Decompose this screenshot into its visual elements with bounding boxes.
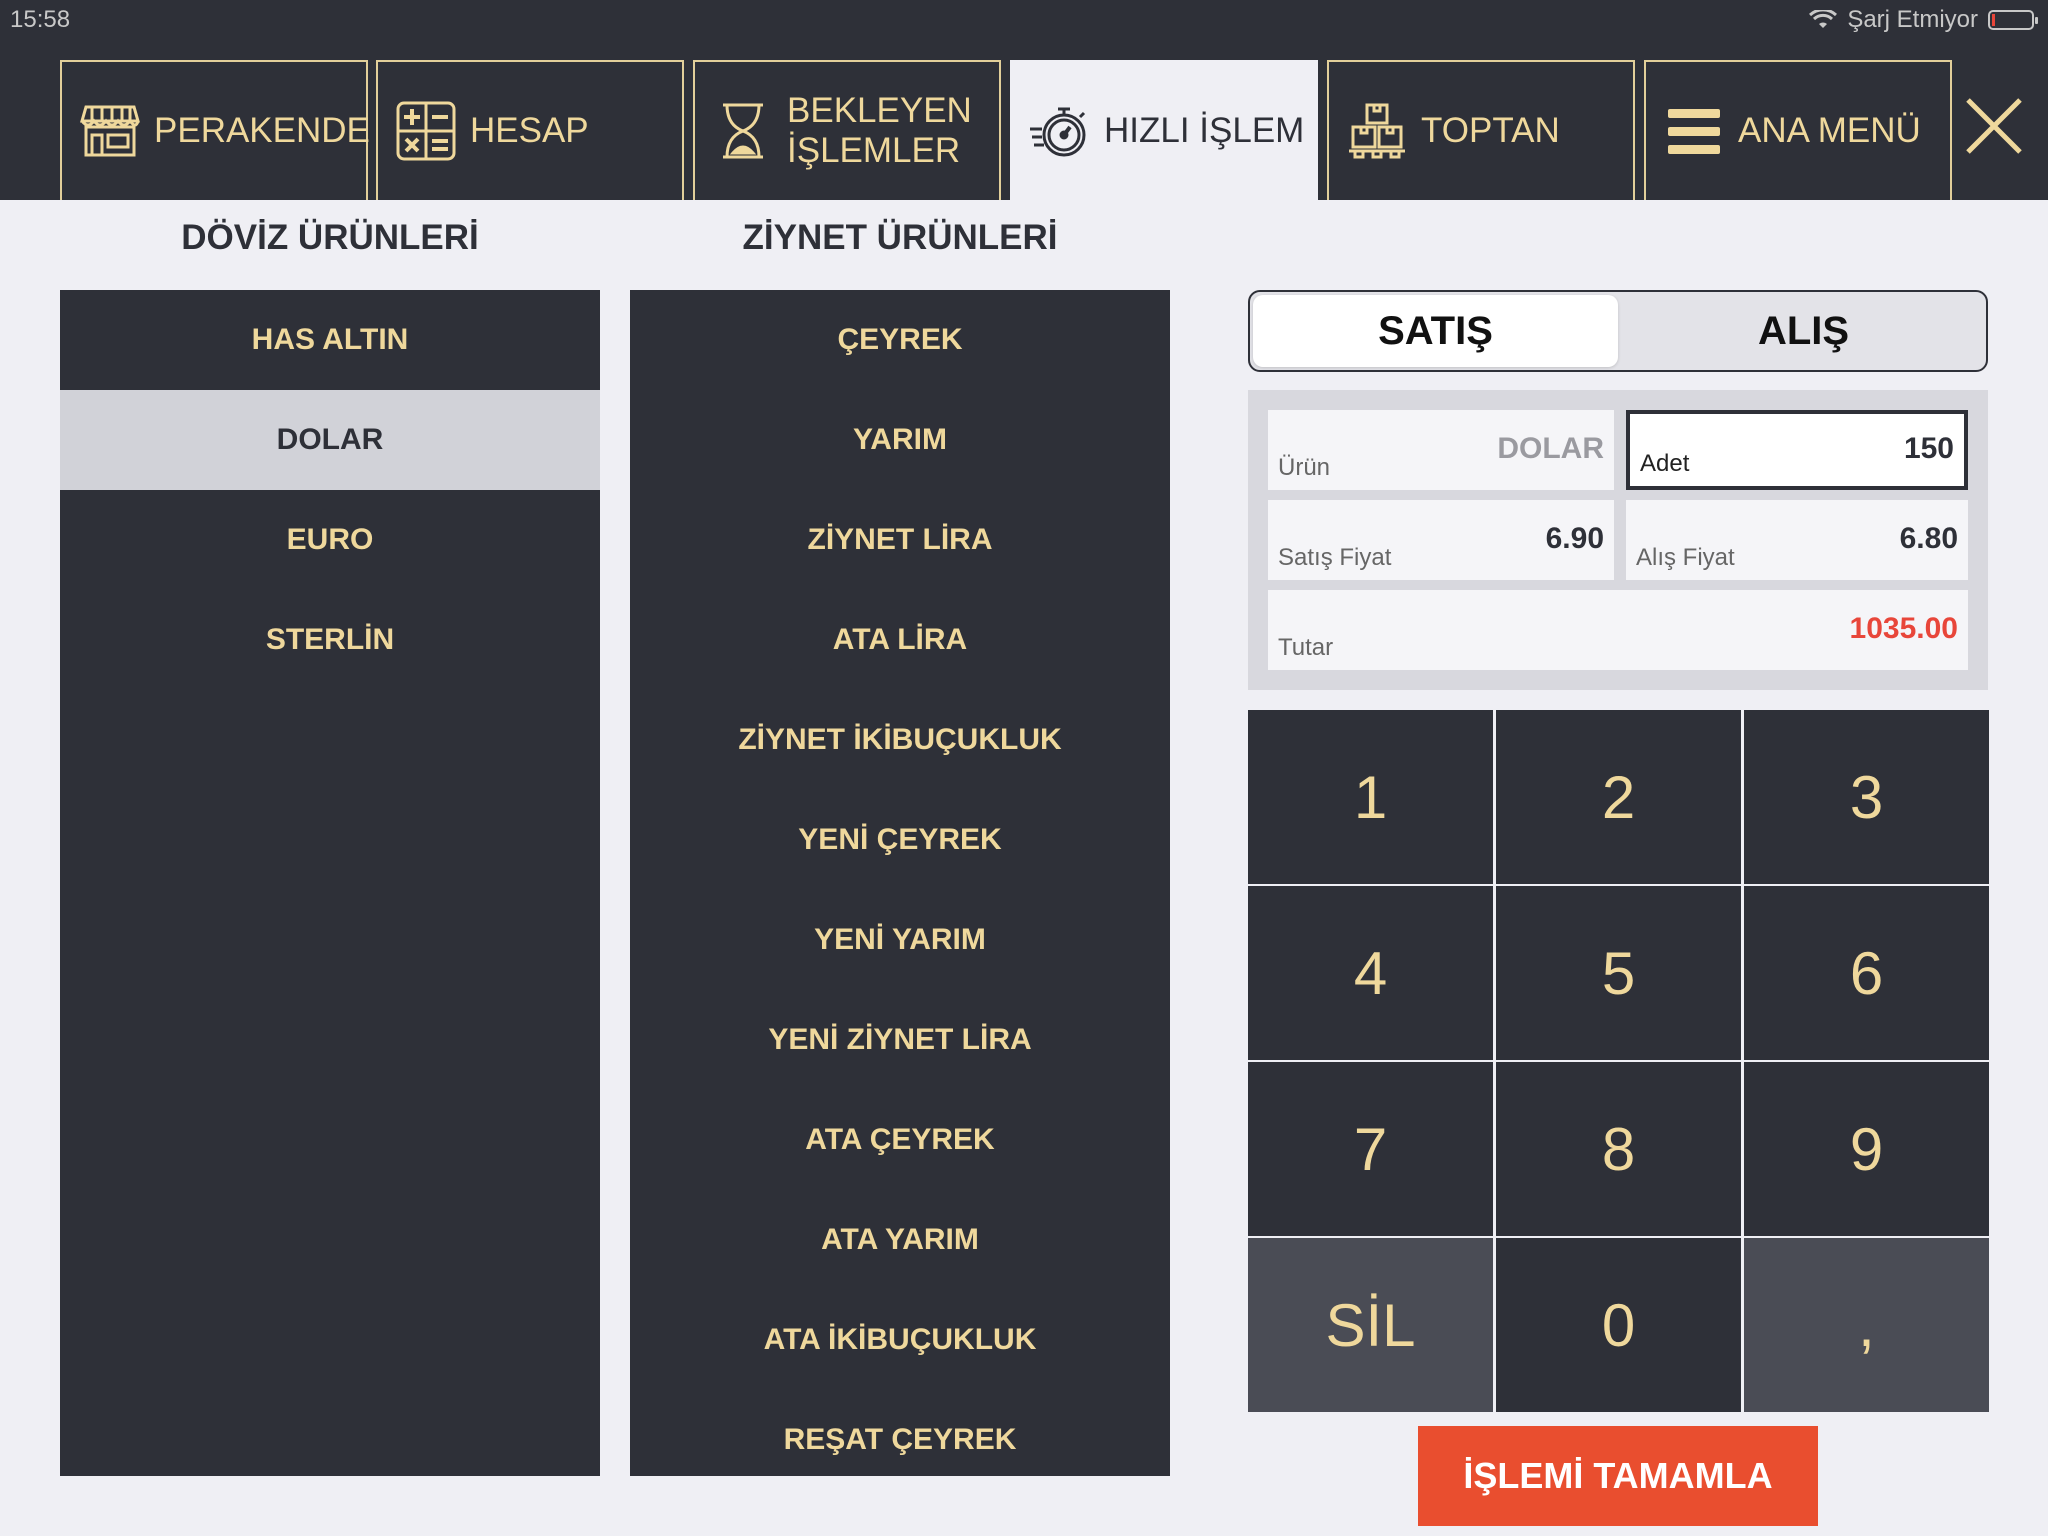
sell-price-field[interactable]: Satış Fiyat 6.90	[1268, 500, 1614, 580]
tab-hesap[interactable]: HESAP	[376, 60, 684, 200]
battery-icon	[1988, 10, 2038, 30]
tab-bekleyen-islemler[interactable]: BEKLEYEN İŞLEMLER	[693, 60, 1001, 200]
list-item[interactable]: ZİYNET İKİBUÇUKLUK	[630, 690, 1170, 790]
product-value: DOLAR	[1497, 432, 1604, 465]
numeric-keypad: 1 2 3 4 5 6 7 8 9 SİL 0 ,	[1248, 710, 1990, 1412]
key-8[interactable]: 8	[1496, 1062, 1741, 1236]
quantity-value: 150	[1903, 432, 1954, 465]
hourglass-icon	[723, 103, 763, 159]
list-item-dolar[interactable]: DOLAR	[60, 390, 600, 490]
product-field[interactable]: Ürün DOLAR	[1268, 410, 1614, 490]
key-1[interactable]: 1	[1248, 710, 1493, 884]
list-item[interactable]: REŞAT ÇEYREK	[630, 1390, 1170, 1490]
tab-label: TOPTAN	[1421, 111, 1560, 150]
total-value: 1035.00	[1849, 612, 1958, 645]
status-bar: 15:58 Şarj Etmiyor	[0, 0, 2048, 40]
tab-label: HESAP	[470, 111, 589, 150]
product-label: Ürün	[1278, 454, 1331, 481]
key-2[interactable]: 2	[1496, 710, 1741, 884]
list-item[interactable]: ÇEYREK	[630, 290, 1170, 390]
tab-label: BEKLEYEN İŞLEMLER	[787, 91, 972, 170]
ziynet-heading: ZİYNET ÜRÜNLERİ	[742, 218, 1058, 257]
boxes-icon	[1349, 103, 1405, 159]
tab-label: PERAKENDE	[154, 111, 370, 150]
list-item[interactable]: YENİ YARIM	[630, 890, 1170, 990]
tab-label: ANA MENÜ	[1738, 111, 1921, 150]
key-9[interactable]: 9	[1744, 1062, 1989, 1236]
tab-toptan[interactable]: TOPTAN	[1327, 60, 1635, 200]
key-5[interactable]: 5	[1496, 886, 1741, 1060]
top-nav: PERAKENDE HESAP BEKLEYEN İŞLEMLER HIZLI …	[0, 40, 2048, 200]
list-item[interactable]: ATA LİRA	[630, 590, 1170, 690]
buy-price-field[interactable]: Alış Fiyat 6.80	[1626, 500, 1968, 580]
list-item-sterlin[interactable]: STERLİN	[60, 590, 600, 690]
wifi-icon	[1809, 10, 1838, 28]
total-field: Tutar 1035.00	[1268, 590, 1968, 670]
key-0[interactable]: 0	[1496, 1238, 1741, 1412]
complete-transaction-button[interactable]: İŞLEMİ TAMAMLA	[1418, 1426, 1818, 1526]
sell-price-value: 6.90	[1545, 522, 1604, 555]
delete-key[interactable]: SİL	[1248, 1238, 1493, 1412]
key-7[interactable]: 7	[1248, 1062, 1493, 1236]
list-item[interactable]: YARIM	[630, 390, 1170, 490]
list-item-euro[interactable]: EURO	[60, 490, 600, 590]
menu-icon	[1668, 109, 1720, 154]
tab-ana-menu[interactable]: ANA MENÜ	[1644, 60, 1952, 200]
comma-key[interactable]: ,	[1744, 1238, 1989, 1412]
tab-label: HIZLI İŞLEM	[1104, 111, 1305, 150]
list-item[interactable]: ATA YARIM	[630, 1190, 1170, 1290]
stopwatch-icon	[1030, 107, 1086, 157]
list-item-has-altin[interactable]: HAS ALTIN	[60, 290, 600, 390]
list-item[interactable]: ZİYNET LİRA	[630, 490, 1170, 590]
calculator-icon	[396, 101, 456, 161]
status-time: 15:58	[10, 6, 71, 33]
quantity-field[interactable]: Adet 150	[1626, 410, 1968, 490]
quantity-label: Adet	[1640, 450, 1690, 477]
buy-price-value: 6.80	[1899, 522, 1958, 555]
buy-price-label: Alış Fiyat	[1636, 544, 1735, 571]
tab-hizli-islem[interactable]: HIZLI İŞLEM	[1010, 60, 1318, 200]
sell-toggle[interactable]: SATIŞ	[1253, 295, 1618, 367]
key-3[interactable]: 3	[1744, 710, 1989, 884]
buy-toggle[interactable]: ALIŞ	[1621, 292, 1986, 370]
mode-segment: SATIŞ ALIŞ	[1248, 290, 1988, 372]
ziynet-list: ÇEYREK YARIM ZİYNET LİRA ATA LİRA ZİYNET…	[630, 290, 1170, 1476]
transaction-form: Ürün DOLAR Adet 150 Satış Fiyat 6.90 Alı…	[1248, 390, 1988, 690]
list-item[interactable]: ATA ÇEYREK	[630, 1090, 1170, 1190]
tab-perakende[interactable]: PERAKENDE	[60, 60, 370, 200]
total-label: Tutar	[1278, 634, 1334, 661]
close-icon[interactable]	[1960, 92, 2028, 160]
sell-price-label: Satış Fiyat	[1278, 544, 1392, 571]
key-6[interactable]: 6	[1744, 886, 1989, 1060]
list-item[interactable]: YENİ ÇEYREK	[630, 790, 1170, 890]
list-item[interactable]: ATA İKİBUÇUKLUK	[630, 1290, 1170, 1390]
doviz-heading: DÖVİZ ÜRÜNLERİ	[181, 218, 479, 257]
key-4[interactable]: 4	[1248, 886, 1493, 1060]
list-item[interactable]: YENİ ZİYNET LİRA	[630, 990, 1170, 1090]
charging-status: Şarj Etmiyor	[1847, 6, 1978, 33]
doviz-list: HAS ALTIN DOLAR EURO STERLİN	[60, 290, 600, 1476]
store-icon	[80, 105, 140, 157]
